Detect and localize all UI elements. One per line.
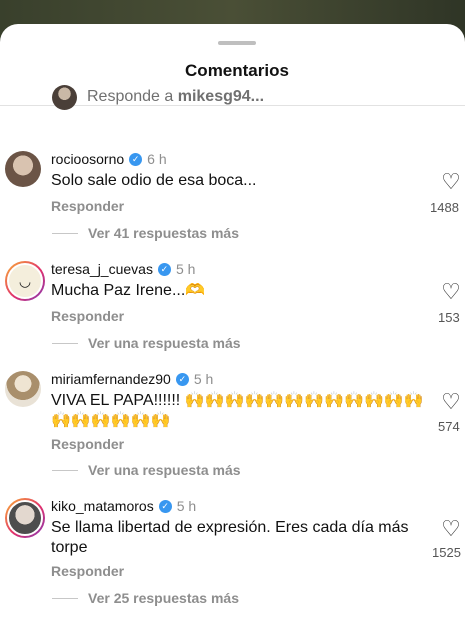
replies-line bbox=[52, 232, 78, 234]
comment-time: 6 h bbox=[147, 151, 167, 167]
avatar[interactable] bbox=[5, 151, 41, 187]
avatar[interactable] bbox=[5, 498, 45, 538]
like-count: 153 bbox=[438, 310, 460, 325]
like-button[interactable]: ♡ bbox=[438, 171, 464, 194]
comment-text: Solo sale odio de esa boca... bbox=[51, 172, 257, 189]
reply-button[interactable]: Responder bbox=[51, 436, 124, 452]
comment-meta: kiko_matamoros ✓ 5 h bbox=[51, 498, 196, 514]
verified-icon: ✓ bbox=[129, 152, 143, 166]
avatar[interactable] bbox=[5, 371, 41, 407]
view-replies-label: Ver una respuesta más bbox=[88, 462, 241, 478]
like-button[interactable]: ♡ bbox=[438, 518, 464, 541]
replies-line bbox=[52, 342, 78, 344]
comment-time: 5 h bbox=[175, 261, 196, 277]
comment-meta: rocioosorno ✓ 6 h bbox=[51, 151, 167, 167]
heart-icon: ♡ bbox=[441, 516, 461, 541]
verified-icon: ✓ bbox=[175, 372, 189, 386]
heart-icon: ♡ bbox=[441, 389, 461, 414]
view-replies-label: Ver 41 respuestas más bbox=[88, 225, 239, 241]
comment-time: 5 h bbox=[176, 498, 197, 514]
view-replies-button[interactable]: Ver una respuesta más bbox=[52, 335, 241, 351]
avatar-face bbox=[7, 500, 43, 536]
view-replies-label: Ver una respuesta más bbox=[88, 335, 241, 351]
like-count: 1488 bbox=[430, 200, 459, 215]
reply-prefix: Responde a bbox=[87, 88, 178, 105]
like-count: 1525 bbox=[432, 545, 461, 560]
avatar bbox=[52, 84, 77, 110]
heart-icon: ♡ bbox=[441, 169, 461, 194]
reply-to-label: Responde a mikesg94... bbox=[87, 88, 264, 106]
reply-to-bar[interactable]: Responde a mikesg94... bbox=[52, 84, 264, 110]
view-replies-button[interactable]: Ver una respuesta más bbox=[52, 462, 241, 478]
comment-text: VIVA EL PAPA!!!!!! 🙌🙌🙌🙌🙌🙌🙌🙌🙌🙌🙌🙌🙌🙌🙌🙌🙌🙌 bbox=[51, 392, 424, 429]
sheet-title: Comentarios bbox=[185, 61, 289, 80]
verified-icon: ✓ bbox=[157, 262, 171, 276]
comment-username[interactable]: rocioosorno bbox=[51, 151, 124, 167]
comment-meta: teresa_j_cuevas ✓ 5 h bbox=[51, 261, 195, 277]
reply-button[interactable]: Responder bbox=[51, 198, 124, 214]
reply-button[interactable]: Responder bbox=[51, 308, 124, 324]
comment-text: Mucha Paz Irene...🫶 bbox=[51, 282, 206, 299]
reply-button[interactable]: Responder bbox=[51, 563, 124, 579]
heart-icon: ♡ bbox=[441, 279, 461, 304]
comment-username[interactable]: miriamfernandez90 bbox=[51, 371, 171, 387]
replies-line bbox=[52, 469, 78, 471]
comment-meta: miriamfernandez90 ✓ 5 h bbox=[51, 371, 213, 387]
comment-time: 5 h bbox=[193, 371, 214, 387]
comment-username[interactable]: kiko_matamoros bbox=[51, 498, 154, 514]
replies-line bbox=[52, 597, 78, 599]
comment-text: Se llama libertad de expresión. Eres cad… bbox=[51, 519, 409, 556]
view-replies-label: Ver 25 respuestas más bbox=[88, 590, 239, 606]
verified-icon: ✓ bbox=[158, 499, 172, 513]
reply-username: mikesg94... bbox=[177, 88, 265, 105]
drag-handle[interactable] bbox=[218, 41, 256, 45]
view-replies-button[interactable]: Ver 41 respuestas más bbox=[52, 225, 239, 241]
view-replies-button[interactable]: Ver 25 respuestas más bbox=[52, 590, 239, 606]
like-count: 574 bbox=[438, 419, 460, 434]
like-button[interactable]: ♡ bbox=[438, 281, 464, 304]
avatar[interactable]: ◡ bbox=[5, 261, 45, 301]
like-button[interactable]: ♡ bbox=[438, 391, 464, 414]
avatar-face: ◡ bbox=[7, 263, 43, 299]
comment-username[interactable]: teresa_j_cuevas bbox=[51, 261, 153, 277]
